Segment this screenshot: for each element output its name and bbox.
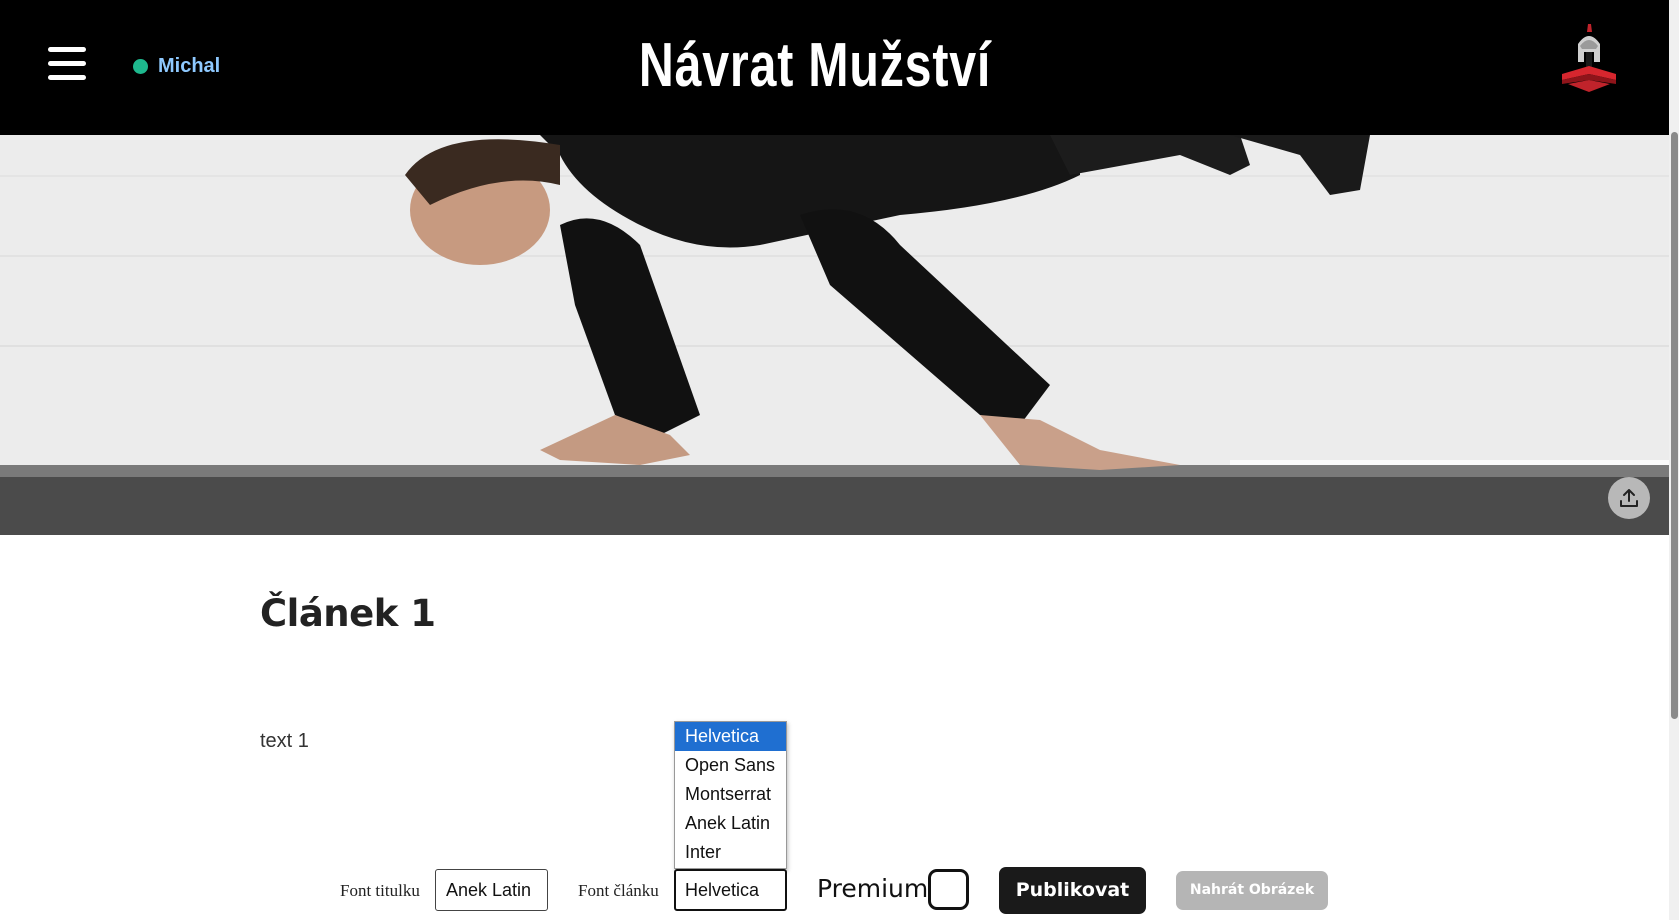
online-status-icon [133, 58, 148, 74]
spartan-helmet-logo-icon[interactable] [1558, 22, 1620, 94]
page: Michal Návrat Mužství Článek 1 text 1 He… [0, 0, 1679, 920]
article-font-select[interactable]: Helvetica [674, 869, 787, 911]
menu-icon[interactable] [48, 47, 86, 81]
article-font-label: Font článku [578, 881, 659, 900]
premium-checkbox[interactable] [928, 869, 969, 910]
publish-button[interactable]: Publikovat [999, 867, 1146, 914]
article-font-dropdown-list[interactable]: Helvetica Open Sans Montserrat Anek Lati… [674, 721, 787, 869]
font-option-inter[interactable]: Inter [675, 838, 786, 867]
title-font-select[interactable]: Anek Latin [435, 869, 548, 911]
site-title: Návrat Mužství [638, 31, 992, 100]
font-option-anek-latin[interactable]: Anek Latin [675, 809, 786, 838]
font-option-helvetica[interactable]: Helvetica [675, 722, 786, 751]
hero-image [0, 135, 1669, 535]
top-header: Michal Návrat Mužství [0, 0, 1669, 135]
article-text[interactable]: text 1 [260, 730, 309, 753]
upload-image-button[interactable]: Nahrát Obrázek [1176, 871, 1328, 910]
font-option-montserrat[interactable]: Montserrat [675, 780, 786, 809]
hero-upload-icon[interactable] [1608, 477, 1650, 519]
article-title[interactable]: Článek 1 [260, 592, 436, 635]
font-option-open-sans[interactable]: Open Sans [675, 751, 786, 780]
title-font-label: Font titulku [340, 881, 420, 900]
scrollbar-thumb[interactable] [1671, 132, 1678, 719]
premium-label: Premium [817, 874, 929, 903]
